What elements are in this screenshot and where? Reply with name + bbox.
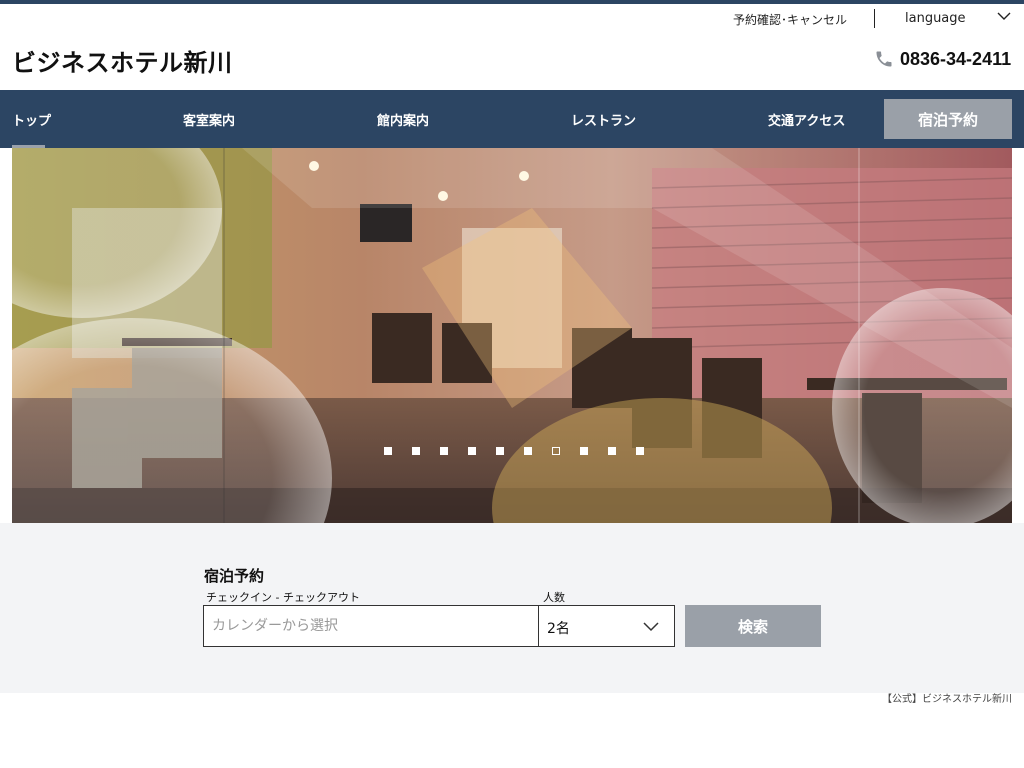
- nav-item-access[interactable]: 交通アクセス: [768, 110, 845, 129]
- reservation-check-link[interactable]: 予約確認･キャンセル: [733, 11, 847, 28]
- reserve-button[interactable]: 宿泊予約: [884, 99, 1012, 139]
- guests-value: 2名: [547, 621, 570, 637]
- phone-contact[interactable]: 0836-34-2411: [874, 48, 1011, 70]
- chevron-down-icon: [643, 622, 659, 632]
- slide-dot[interactable]: [636, 447, 644, 455]
- language-selector[interactable]: language: [905, 11, 966, 26]
- guests-select[interactable]: 2名: [538, 605, 675, 647]
- footer-note: 【公式】ビジネスホテル新川: [882, 694, 1012, 705]
- nav-item-rooms[interactable]: 客室案内: [183, 110, 235, 129]
- slide-dot[interactable]: [384, 447, 392, 455]
- nav-item-restaurant[interactable]: レストラン: [571, 110, 636, 129]
- nav-item-top[interactable]: トップ: [12, 110, 51, 129]
- guests-label: 人数: [543, 591, 565, 604]
- booking-title: 宿泊予約: [204, 567, 265, 585]
- hotel-name-logo[interactable]: ビジネスホテル新川: [12, 43, 233, 78]
- utility-bar: 予約確認･キャンセル language: [0, 4, 1024, 34]
- divider: [874, 9, 875, 28]
- chevron-down-icon[interactable]: [996, 10, 1012, 22]
- booking-panel: 宿泊予約 チェックイン - チェックアウト 人数 カレンダーから選択 2名 検索: [0, 523, 1024, 693]
- slide-dot[interactable]: [608, 447, 616, 455]
- slide-dot-active[interactable]: [552, 447, 560, 455]
- hero-slideshow[interactable]: [12, 148, 1012, 523]
- slide-dot[interactable]: [524, 447, 532, 455]
- nav-item-facilities[interactable]: 館内案内: [377, 110, 429, 129]
- slide-dot[interactable]: [468, 447, 476, 455]
- restaurant-photo: [12, 148, 1012, 523]
- slide-dot[interactable]: [412, 447, 420, 455]
- slide-dot[interactable]: [580, 447, 588, 455]
- main-navigation: トップ 客室案内 館内案内 レストラン 交通アクセス 宿泊予約: [0, 90, 1024, 148]
- search-button[interactable]: 検索: [685, 605, 821, 647]
- phone-icon: [876, 51, 892, 67]
- date-range-label: チェックイン - チェックアウト: [206, 591, 360, 604]
- slide-dot[interactable]: [440, 447, 448, 455]
- slide-dot[interactable]: [496, 447, 504, 455]
- date-range-input[interactable]: カレンダーから選択: [203, 605, 539, 647]
- phone-number: 0836-34-2411: [900, 48, 1012, 69]
